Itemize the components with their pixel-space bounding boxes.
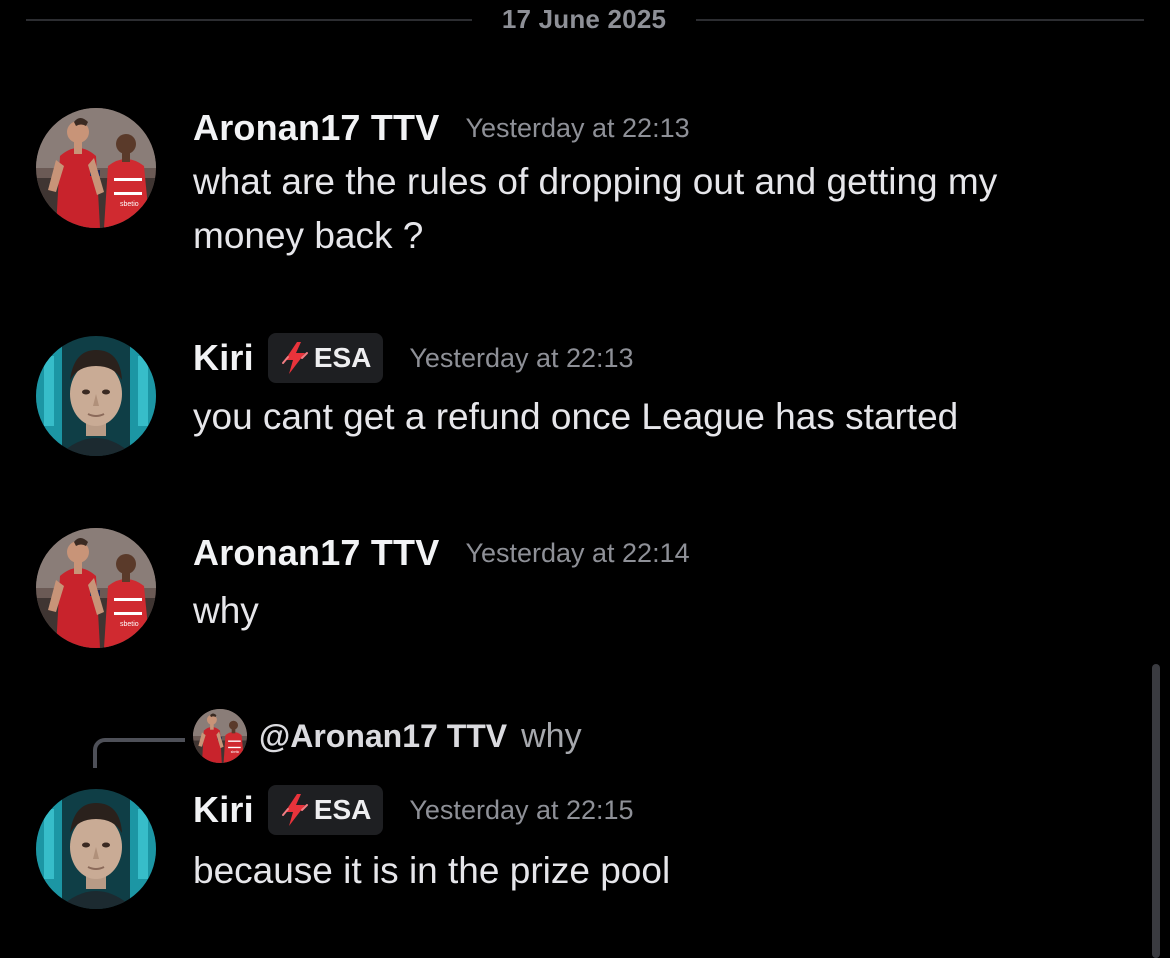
message[interactable]: Kiri ESA Yesterday at 22:15 because it i… [0,0,1150,958]
badge-label: ESA [313,794,372,825]
scrollbar-thumb[interactable] [1152,664,1160,958]
message-text: because it is in the prize pool [193,850,671,891]
man-face-avatar[interactable] [36,789,156,909]
message-header: Kiri ESA Yesterday at 22:15 [193,785,634,835]
role-badge[interactable]: ESA [267,785,384,835]
timestamp[interactable]: Yesterday at 22:15 [409,795,633,826]
username[interactable]: Kiri [193,789,254,831]
lightning-bolt-icon [280,793,310,827]
